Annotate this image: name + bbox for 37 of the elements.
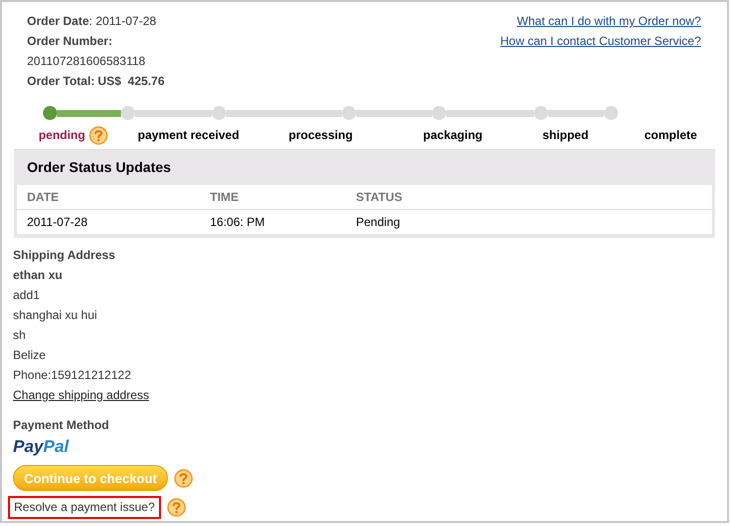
progress-label: processing: [288, 127, 353, 144]
paypal-logo: PayPal: [13, 438, 69, 456]
table-cell-text: 2011-07-28: [27, 214, 88, 231]
column-header: STATUS: [356, 189, 404, 206]
column-header: TIME: [210, 189, 240, 206]
help-icon[interactable]: [166, 498, 186, 517]
progress-label: complete: [644, 127, 698, 144]
progress-label: packaging: [423, 127, 483, 144]
column-header: DATE: [27, 189, 60, 206]
progress-label: payment received: [138, 127, 240, 144]
progress-segment: [57, 110, 121, 116]
order-total: US$ 425.76: [98, 74, 164, 89]
resolve-payment-link[interactable]: Resolve a payment issue?: [8, 496, 161, 519]
help-link[interactable]: What can I do with my Order now?: [516, 14, 701, 29]
order-number: 201107281606583118: [27, 54, 146, 69]
address-line: Phone:159121212122: [13, 368, 132, 383]
order-number-label: Order Number:: [27, 34, 114, 49]
change-address-link[interactable]: Change shipping address: [13, 388, 150, 403]
order-total-label: Order Total:: [27, 74, 95, 89]
progress-label: shipped: [542, 127, 588, 144]
status-panel-title: Order Status Updates: [26, 158, 172, 177]
address-line: add1: [13, 288, 41, 303]
help-icon[interactable]: [174, 468, 193, 488]
shipping-name: ethan xu: [13, 268, 64, 283]
order-date: : 2011-07-28: [89, 14, 156, 29]
help-link[interactable]: How can I contact Customer Service?: [500, 34, 701, 49]
address-line: Belize: [13, 348, 47, 363]
order-date-label: Order Date: [27, 14, 90, 29]
address-line: shanghai xu hui: [13, 308, 98, 323]
payment-title: Payment Method: [13, 418, 110, 433]
progress-label: pending: [38, 127, 86, 144]
progress-segment: [548, 110, 604, 116]
help-icon[interactable]: [89, 126, 108, 144]
table-cell-text: Pending: [356, 214, 402, 231]
address-line: sh: [13, 328, 27, 343]
shipping-title: Shipping Address: [13, 248, 116, 263]
table-cell-text: 16:06: PM: [210, 214, 266, 231]
